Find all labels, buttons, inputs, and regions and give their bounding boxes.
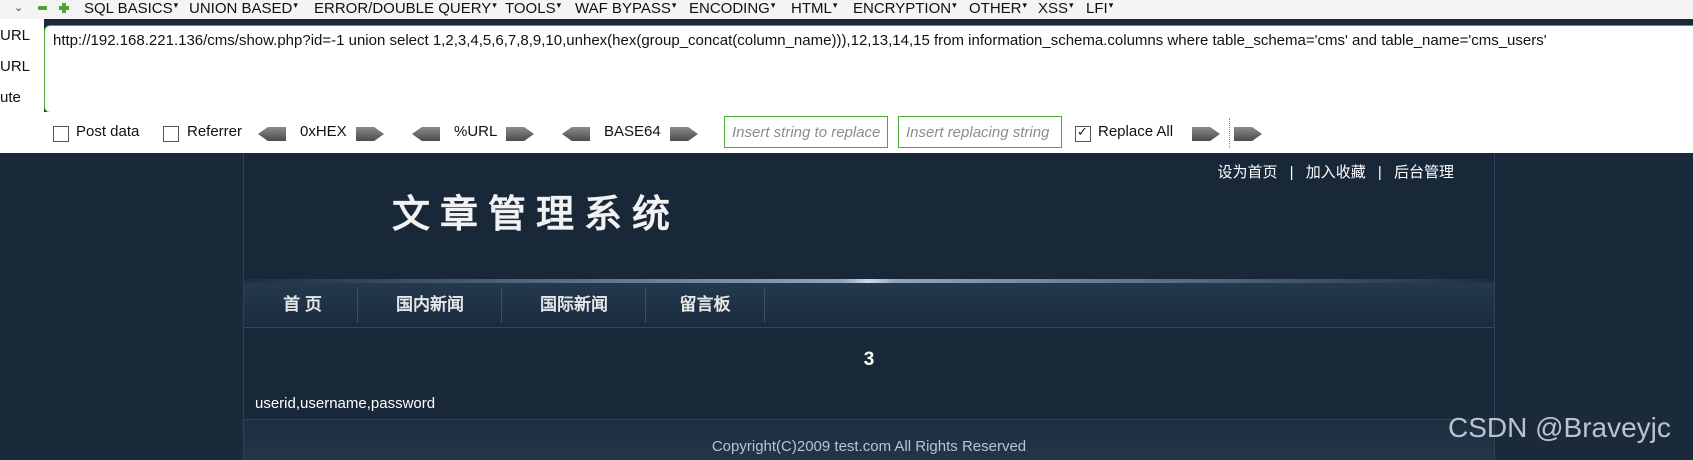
dropdown-arrow-icon: ▾ [1069,0,1074,10]
admin-link[interactable]: 后台管理 [1394,164,1454,181]
replacing-string-field[interactable] [898,116,1062,148]
nav-international-news[interactable]: 国际新闻 [502,283,646,327]
base64-encode-arrow-icon[interactable] [670,127,698,141]
url-value[interactable]: http://192.168.221.136/cms/show.php?id=-… [53,32,1547,49]
menu-label: ERROR/DOUBLE QUERY [314,0,492,17]
menu-lfi[interactable]: LFI▾ [1086,0,1113,17]
dropdown-arrow-icon: ▾ [556,0,562,10]
hex-decode-arrow-icon[interactable] [258,127,286,141]
replace-all-checkbox[interactable] [1075,124,1091,142]
menu-label: UNION BASED [189,0,293,17]
post-data-label: Post data [76,123,140,140]
separator [1229,118,1230,148]
set-homepage-link[interactable]: 设为首页 [1217,164,1277,181]
article-title: 3 [863,349,875,370]
split-url-label[interactable]: URL [0,58,30,75]
dropdown-arrow-icon: ▾ [952,0,957,10]
referrer-label: Referrer [187,123,243,140]
hex-encode-arrow-icon[interactable] [356,127,384,141]
dropdown-arrow-icon: ▾ [671,0,677,10]
insert-string-field[interactable] [724,116,888,148]
top-links: 设为首页 | 加入收藏 | 后台管理 [1213,161,1458,182]
hex-label: 0xHEX [300,123,347,140]
menu-label: WAF BYPASS [575,0,671,17]
menu-label: ENCODING [689,0,770,17]
load-url-label[interactable]: URL [0,27,30,44]
menu-label: LFI [1086,0,1108,17]
minus-icon[interactable] [38,6,47,10]
insert-string-input[interactable] [730,123,888,142]
menu-waf-bypass[interactable]: WAF BYPASS▾ [575,0,676,17]
referrer-checkbox[interactable] [163,126,179,142]
replace-all-label: Replace All [1098,123,1174,140]
menu-label: OTHER [969,0,1022,17]
menu-encryption[interactable]: ENCRYPTION▾ [853,0,957,17]
base64-decode-arrow-icon[interactable] [562,127,590,141]
menu-label: SQL BASICS [84,0,173,17]
menu-label: TOOLS [505,0,556,17]
hackbar-menubar: ⌄ SQL BASICS▾ UNION BASED▾ ERROR/DOUBLE … [0,0,1693,19]
url-decode-arrow-icon[interactable] [412,127,440,141]
footer-divider [244,419,1494,420]
site-nav: 首 页 国内新闻 国际新闻 留言板 [244,283,1494,328]
copyright-text: Copyright(C)2009 test.com All Rights Res… [711,438,1027,455]
menu-other[interactable]: OTHER▾ [969,0,1027,17]
dropdown-arrow-icon: ▾ [832,0,838,10]
menu-tools[interactable]: TOOLS▾ [505,0,561,17]
link-separator: | [1289,164,1294,181]
replace-next-arrow-icon[interactable] [1234,127,1262,141]
menu-union-based[interactable]: UNION BASED▾ [189,0,298,17]
dropdown-arrow-icon: ▾ [1022,0,1028,10]
base64-label: BASE64 [604,123,661,140]
nav-separator [764,287,765,323]
menu-sql-basics[interactable]: SQL BASICS▾ [84,0,178,17]
url-encode-label: %URL [454,123,498,140]
menu-html[interactable]: HTML▾ [791,0,837,17]
website-page: 设为首页 | 加入收藏 | 后台管理 文章管理系统 首 页 国内新闻 国际新闻 … [243,153,1495,460]
replacing-string-input[interactable] [904,123,1062,142]
url-encode-arrow-icon[interactable] [506,127,534,141]
menu-encoding[interactable]: ENCODING▾ [689,0,775,17]
dropdown-arrow-icon: ▾ [492,0,497,10]
site-logo: 文章管理系统 [392,191,681,236]
nav-domestic-news[interactable]: 国内新闻 [358,283,502,327]
watermark: CSDN @Braveyjc [1448,412,1671,443]
dropdown-arrow-icon: ▾ [173,0,179,10]
replace-arrow-icon[interactable] [1192,127,1220,141]
options-row: Post data Referrer 0xHEX %URL BASE64 Rep… [44,112,1693,153]
menu-label: ENCRYPTION [853,0,952,17]
chevron-down-icon[interactable]: ⌄ [14,1,23,14]
menu-xss[interactable]: XSS▾ [1038,0,1074,17]
execute-label[interactable]: ute [0,89,21,106]
dropdown-arrow-icon: ▾ [1108,0,1114,10]
dropdown-arrow-icon: ▾ [770,0,776,10]
menu-error-double-query[interactable]: ERROR/DOUBLE QUERY▾ [314,0,497,17]
menu-label: XSS [1038,0,1069,17]
menu-label: HTML [791,0,832,17]
nav-home[interactable]: 首 页 [244,283,361,327]
dropdown-arrow-icon: ▾ [293,0,298,10]
link-separator: | [1377,164,1382,181]
nav-guestbook[interactable]: 留言板 [646,283,764,327]
url-textarea[interactable]: http://192.168.221.136/cms/show.php?id=-… [44,25,1693,113]
query-result-text: userid,username,password [255,395,436,412]
plus-icon[interactable] [59,3,69,13]
post-data-checkbox[interactable] [53,126,69,142]
add-favorite-link[interactable]: 加入收藏 [1306,164,1366,181]
